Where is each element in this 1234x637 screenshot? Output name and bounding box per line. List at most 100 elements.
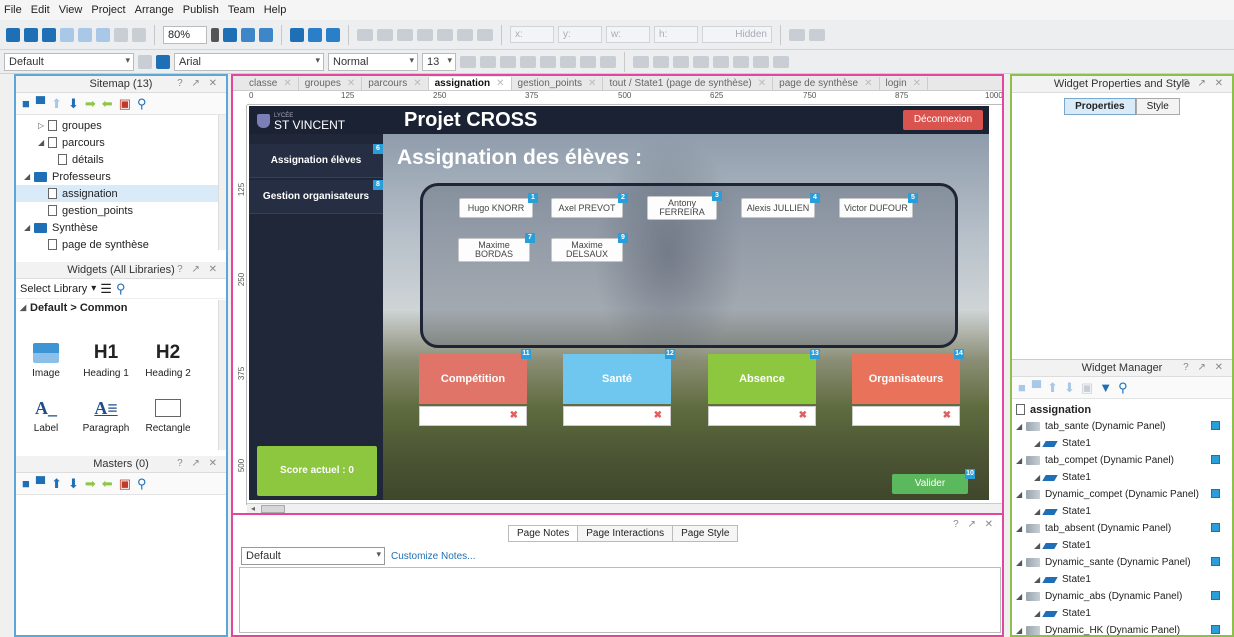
wm-item[interactable]: ◢ tab_sante (Dynamic Panel)	[1016, 418, 1232, 435]
student-card[interactable]: Alexis JULLIEN	[741, 198, 815, 218]
visibility-icon[interactable]	[1211, 523, 1220, 532]
sitemap-item-gestion-points[interactable]: gestion_points	[16, 202, 226, 219]
collapse-icon[interactable]: ◢	[1016, 490, 1026, 499]
tab-properties[interactable]: Properties	[1064, 98, 1136, 115]
wm-item[interactable]: ◢ Dynamic_abs (Dynamic Panel)	[1016, 588, 1232, 605]
tab-parcours[interactable]: parcours ✕	[362, 77, 429, 90]
student-card[interactable]: Maxime DELSAUX	[551, 238, 623, 262]
delete-master-icon[interactable]: ▣	[119, 477, 131, 490]
align-widgets-icon[interactable]	[633, 55, 649, 68]
sitemap-item-page-de-synthese[interactable]: page de synthèse	[16, 236, 226, 253]
move-up-icon[interactable]: ⬆	[51, 477, 62, 490]
publish-icon[interactable]	[326, 27, 340, 42]
category-sante[interactable]: Santé	[563, 354, 671, 404]
save-icon[interactable]	[42, 27, 56, 42]
bold-icon[interactable]	[460, 55, 476, 68]
sitemap-item-parcours[interactable]: ◢ parcours	[16, 134, 226, 151]
lock-icon[interactable]	[753, 55, 769, 68]
menu-view[interactable]: View	[59, 4, 83, 16]
library-group-default-common[interactable]: ◢ Default > Common	[16, 299, 226, 316]
widget-rectangle[interactable]: Rectangle	[138, 393, 198, 434]
move-down-icon[interactable]: ⬇	[1064, 381, 1075, 394]
distribute-icon[interactable]	[397, 28, 413, 41]
align-right-icon[interactable]	[560, 55, 576, 68]
indent-icon[interactable]: ➡	[85, 477, 96, 490]
w-field[interactable]: w:	[606, 26, 650, 43]
collapse-icon[interactable]: ◢	[1016, 524, 1026, 533]
line-style-icon[interactable]	[477, 28, 493, 41]
close-icon[interactable]: ✕	[758, 78, 766, 89]
panel-controls-icon[interactable]: ? ↗ ✕	[1183, 78, 1226, 89]
align-middle-icon[interactable]	[653, 55, 669, 68]
widget-heading-1[interactable]: H1 Heading 1	[76, 338, 136, 379]
search-icon[interactable]: ⚲	[1118, 381, 1128, 394]
widget-label[interactable]: A_ Label	[16, 393, 76, 435]
sitemap-item-details[interactable]: détails	[16, 151, 226, 168]
widget-heading-2[interactable]: H2 Heading 2	[138, 338, 198, 379]
connector-icon[interactable]	[241, 27, 255, 42]
font-weight-select[interactable]: Normal	[328, 52, 418, 71]
close-icon[interactable]: ✕	[913, 78, 921, 89]
checkin-icon[interactable]	[809, 28, 825, 41]
add-icon[interactable]: ■	[1018, 381, 1026, 394]
widgets-scrollbar[interactable]	[218, 300, 226, 450]
x-field[interactable]: x:	[510, 26, 554, 43]
indent-icon[interactable]: ➡	[85, 97, 96, 110]
h-field[interactable]: h:	[654, 26, 698, 43]
student-card[interactable]: Hugo KNORR	[459, 198, 533, 218]
sante-dropzone[interactable]: ✖	[563, 406, 671, 426]
visibility-icon[interactable]	[1211, 591, 1220, 600]
align-icon[interactable]	[377, 28, 393, 41]
preview-icon[interactable]	[290, 27, 304, 42]
move-up-icon[interactable]: ⬆	[1047, 381, 1058, 394]
expand-icon[interactable]: ▷	[38, 121, 48, 130]
add-folder-icon[interactable]: ▀	[36, 97, 45, 110]
tab-tout-state1[interactable]: tout / State1 (page de synthèse) ✕	[603, 77, 774, 90]
unlock-icon[interactable]	[773, 55, 789, 68]
underline-icon[interactable]	[500, 55, 516, 68]
copy-icon[interactable]	[78, 27, 92, 42]
close-icon[interactable]: ✕	[496, 78, 504, 89]
fill-color-icon[interactable]	[437, 28, 453, 41]
menu-icon[interactable]: ☰	[100, 281, 112, 297]
collapse-icon[interactable]: ◢	[24, 223, 34, 232]
collapse-icon[interactable]: ◢	[1016, 592, 1026, 601]
wm-state[interactable]: ◢ State1	[1016, 605, 1232, 622]
scroll-left-icon[interactable]: ◂	[251, 504, 255, 513]
outdent-icon[interactable]: ⬅	[102, 97, 113, 110]
select-mode-icon[interactable]	[223, 27, 237, 42]
group-icon[interactable]	[357, 28, 373, 41]
collapse-icon[interactable]: ◢	[20, 303, 30, 312]
tab-style[interactable]: Style	[1135, 98, 1180, 115]
format-painter-icon[interactable]	[138, 54, 152, 69]
align-left-icon[interactable]	[520, 55, 536, 68]
delete-icon[interactable]: ✖	[799, 410, 807, 421]
visibility-icon[interactable]	[1211, 421, 1220, 430]
student-card[interactable]: Axel PREVOT	[551, 198, 623, 218]
organisateurs-dropzone[interactable]: ✖	[852, 406, 960, 426]
tab-gestion-points[interactable]: gestion_points ✕	[512, 77, 604, 90]
student-card[interactable]: Victor DUFOUR	[839, 198, 913, 218]
notes-textarea[interactable]	[239, 567, 1001, 633]
italic-icon[interactable]	[480, 55, 496, 68]
align-top-icon[interactable]	[673, 55, 689, 68]
share-icon[interactable]	[308, 27, 322, 42]
wm-item[interactable]: ◢ tab_compet (Dynamic Panel)	[1016, 452, 1232, 469]
order-icon[interactable]	[417, 28, 433, 41]
scroll-thumb[interactable]	[261, 505, 285, 513]
category-competition[interactable]: Compétition	[419, 354, 527, 404]
absence-dropzone[interactable]: ✖	[708, 406, 816, 426]
wm-item[interactable]: ◢ Dynamic_HK (Dynamic Panel)	[1016, 622, 1232, 637]
tab-page-style[interactable]: Page Style	[672, 525, 739, 542]
visibility-icon[interactable]	[1211, 557, 1220, 566]
wm-state[interactable]: ◢ State1	[1016, 469, 1232, 486]
wm-root[interactable]: assignation	[1016, 401, 1232, 418]
panel-controls-icon[interactable]: ? ↗ ✕	[953, 519, 996, 530]
filter-icon[interactable]: ▼	[1099, 381, 1112, 394]
validate-button[interactable]: Valider	[892, 474, 968, 494]
library-selector[interactable]: Select Library ▾ ☰ ⚲	[16, 279, 226, 299]
style-manager-icon[interactable]	[156, 54, 170, 69]
close-icon[interactable]: ✕	[413, 78, 421, 89]
menu-edit[interactable]: Edit	[31, 4, 50, 16]
align-center-icon[interactable]	[540, 55, 556, 68]
